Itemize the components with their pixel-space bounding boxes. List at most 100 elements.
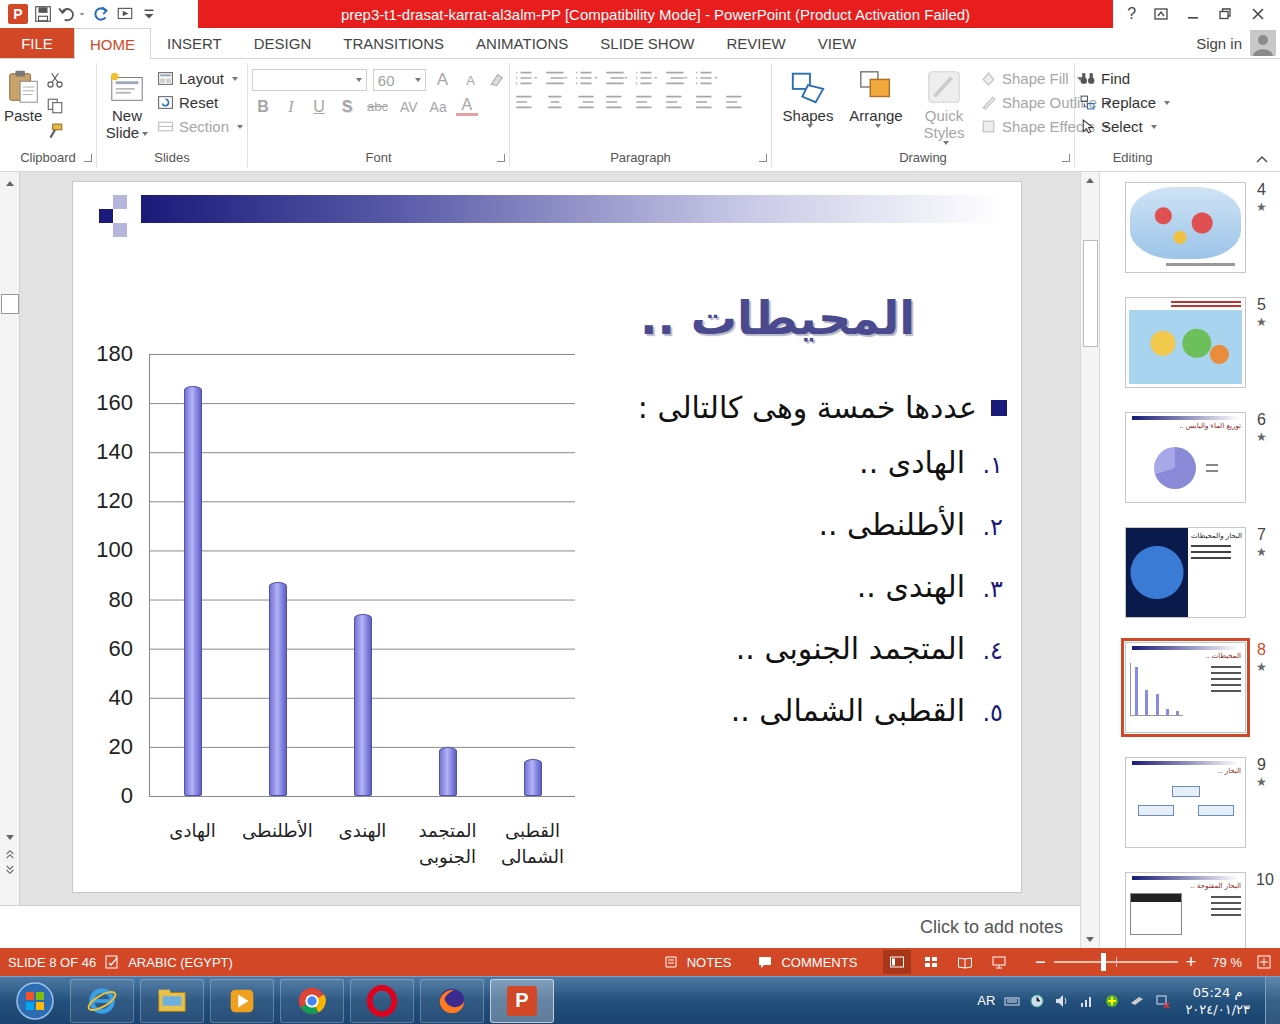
paragraph-align-icon[interactable]: [694, 93, 718, 111]
help-button[interactable]: ?: [1127, 5, 1136, 23]
view-button[interactable]: [917, 950, 945, 974]
ribbon-tab[interactable]: TRANSITIONS: [327, 28, 460, 58]
redo-icon[interactable]: [92, 5, 110, 23]
numbered-item[interactable]: ١.الهادى ..: [583, 433, 1007, 495]
start-from-beginning-icon[interactable]: [116, 5, 134, 23]
font-format-button[interactable]: U: [308, 98, 330, 116]
slide-thumbnail[interactable]: المحيطات ..8★: [1125, 642, 1280, 733]
paste-button[interactable]: Paste: [4, 65, 42, 147]
slides-command[interactable]: Section: [157, 118, 243, 135]
zoom-slider[interactable]: [1054, 961, 1178, 963]
slide-thumbnail[interactable]: البحار ..9★: [1125, 757, 1280, 848]
notes-icon[interactable]: [663, 954, 679, 970]
slide-thumbnail[interactable]: 4★: [1125, 182, 1280, 273]
font-format-button[interactable]: AV: [397, 99, 421, 115]
view-button[interactable]: [951, 950, 979, 974]
vertical-scrollbar[interactable]: [1080, 172, 1100, 948]
numbered-item[interactable]: ٥.القطبى الشمالى ..: [583, 681, 1007, 743]
fit-to-window-icon[interactable]: [1256, 954, 1272, 970]
drawing-large-button[interactable]: Arrange: [844, 65, 908, 147]
grow-font-button[interactable]: A: [432, 70, 454, 90]
paragraph-format-icon[interactable]: [694, 69, 718, 87]
shrink-font-button[interactable]: A: [460, 73, 482, 88]
dialog-launcher-icon[interactable]: [1062, 154, 1070, 162]
view-button[interactable]: [985, 950, 1013, 974]
clear-formatting-icon[interactable]: [488, 71, 505, 89]
zoom-out-button[interactable]: −: [1035, 953, 1046, 971]
font-format-button[interactable]: B: [252, 98, 274, 116]
clock-app-icon[interactable]: [1029, 993, 1045, 1009]
slides-command[interactable]: Layout: [157, 70, 243, 87]
format-painter-icon[interactable]: [46, 123, 64, 141]
taskbar-app[interactable]: P: [490, 979, 554, 1023]
cut-icon[interactable]: [46, 71, 64, 89]
comments-button[interactable]: COMMENTS: [781, 955, 857, 970]
editing-command[interactable]: Find: [1079, 70, 1170, 87]
drawing-large-button[interactable]: Shapes: [776, 65, 840, 147]
customize-toolbar-icon[interactable]: [140, 5, 158, 23]
scroll-down-icon[interactable]: [5, 833, 15, 843]
spelling-check-icon[interactable]: [104, 954, 120, 970]
bar[interactable]: [269, 582, 287, 796]
ribbon-tab[interactable]: FILE: [0, 28, 74, 58]
network-error-icon[interactable]: [1154, 993, 1170, 1009]
taskbar-app[interactable]: [280, 979, 344, 1023]
font-format-button[interactable]: I: [280, 98, 302, 116]
collapse-ribbon-icon[interactable]: [1256, 155, 1268, 163]
slide-thumbnail[interactable]: البحار والمحيطات7★: [1125, 527, 1280, 618]
paragraph-align-icon[interactable]: [724, 93, 748, 111]
slides-command[interactable]: Reset: [157, 94, 243, 111]
ribbon-tab[interactable]: VIEW: [802, 28, 872, 58]
scrollbar-thumb[interactable]: [1083, 240, 1098, 347]
paragraph-align-icon[interactable]: [634, 93, 658, 111]
slide-thumbnail[interactable]: 5★: [1125, 297, 1280, 388]
previous-slide-icon[interactable]: [5, 849, 15, 859]
ribbon-tab[interactable]: DESIGN: [238, 28, 328, 58]
undo-dropdown-icon[interactable]: [78, 10, 86, 18]
new-slide-button[interactable]: New Slide: [101, 65, 153, 147]
scroll-down-icon[interactable]: [1085, 936, 1095, 944]
bar[interactable]: [439, 747, 457, 796]
paragraph-format-icon[interactable]: [634, 69, 658, 87]
taskbar-app[interactable]: [140, 979, 204, 1023]
paragraph-align-icon[interactable]: [514, 93, 538, 111]
bar[interactable]: [354, 614, 372, 796]
ribbon-tab[interactable]: ANIMATIONS: [460, 28, 584, 58]
font-size-field[interactable]: 60: [373, 69, 426, 91]
ribbon-tab[interactable]: SLIDE SHOW: [584, 28, 710, 58]
bullet-item[interactable]: عددها خمسة وهى كالتالى :: [583, 383, 1007, 433]
clock[interactable]: 05:24 م٢٠٢٤/٠١/٢٣: [1179, 984, 1256, 1018]
font-format-button[interactable]: S: [336, 98, 358, 116]
next-slide-icon[interactable]: [5, 865, 15, 875]
start-button[interactable]: [0, 981, 70, 1021]
ribbon-display-options-icon[interactable]: [1153, 6, 1169, 22]
ribbon-tab[interactable]: INSERT: [151, 28, 238, 58]
taskbar-app[interactable]: [210, 979, 274, 1023]
keyboard-icon[interactable]: [1004, 993, 1020, 1009]
numbered-item[interactable]: ٢.الأطلنطى ..: [583, 495, 1007, 557]
slide[interactable]: 180160140120100806040200الهادىالأطلنطىال…: [72, 181, 1022, 893]
drawing-large-button[interactable]: Quick Styles: [912, 65, 976, 147]
paragraph-align-icon[interactable]: [544, 93, 568, 111]
numbered-item[interactable]: ٤.المتجمد الجنوبى ..: [583, 619, 1007, 681]
font-name-field[interactable]: [252, 69, 367, 91]
paragraph-align-icon[interactable]: [604, 93, 628, 111]
ribbon-tab[interactable]: HOME: [74, 28, 151, 59]
power-icon[interactable]: [1129, 993, 1145, 1009]
taskbar-app[interactable]: [420, 979, 484, 1023]
minimize-icon[interactable]: [1185, 6, 1201, 22]
notes-pane[interactable]: Click to add notes: [0, 905, 1080, 948]
zoom-in-button[interactable]: +: [1186, 953, 1197, 971]
signal-icon[interactable]: [1079, 993, 1095, 1009]
notes-button[interactable]: NOTES: [687, 955, 732, 970]
paragraph-format-icon[interactable]: [664, 69, 688, 87]
taskbar-app[interactable]: [70, 979, 134, 1023]
bar[interactable]: [184, 386, 202, 796]
editing-command[interactable]: Replace: [1079, 94, 1170, 111]
sign-in-link[interactable]: Sign in: [1196, 28, 1250, 58]
powerpoint-logo-icon[interactable]: P: [8, 4, 28, 24]
slide-title[interactable]: المحيطات ..: [583, 283, 1007, 353]
paragraph-align-icon[interactable]: [664, 93, 688, 111]
dialog-launcher-icon[interactable]: [497, 154, 505, 162]
font-format-button[interactable]: A: [456, 97, 478, 116]
